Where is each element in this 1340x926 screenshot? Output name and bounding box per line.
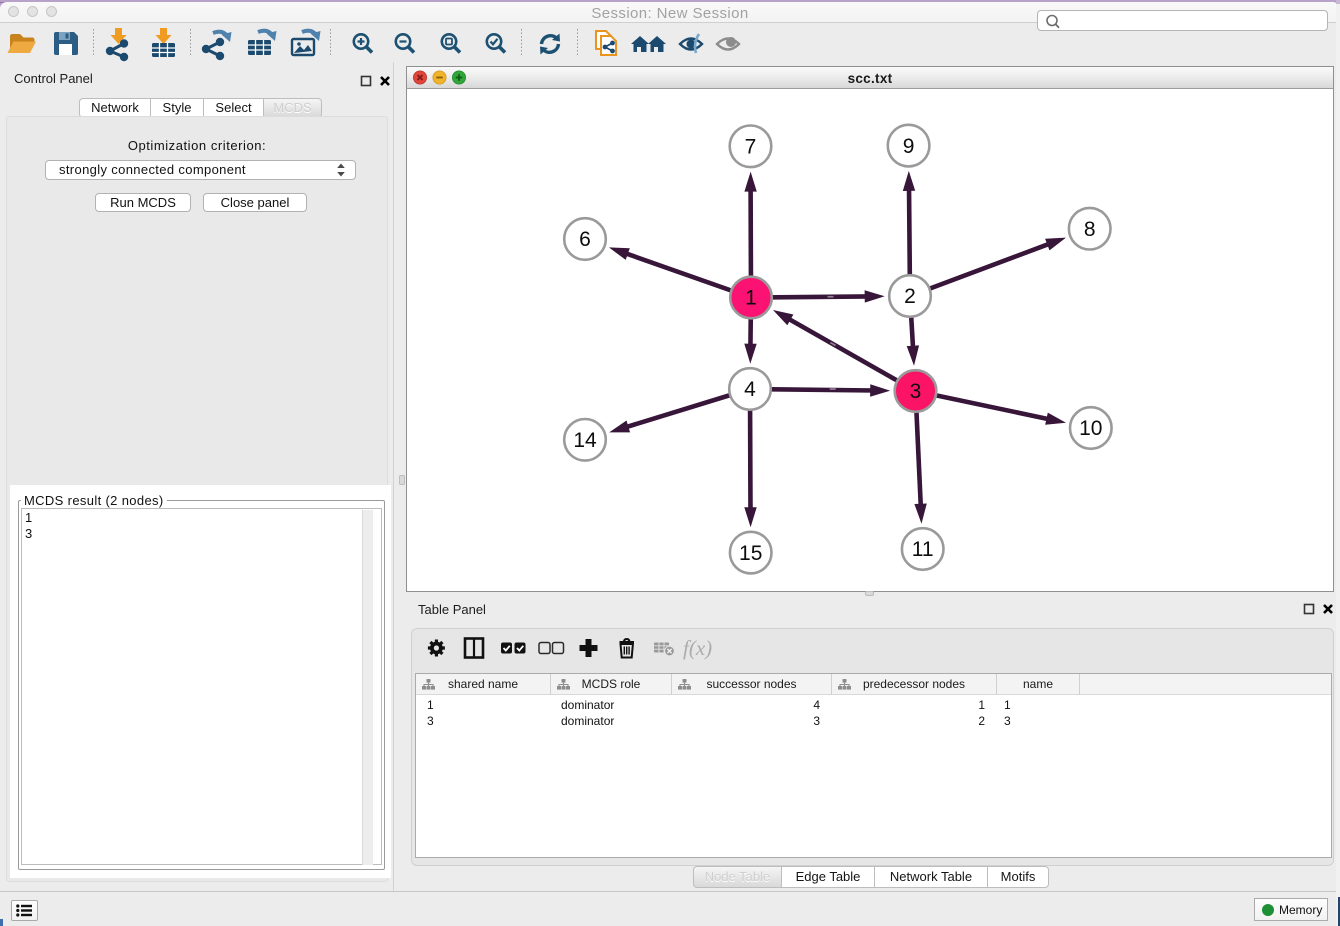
svg-text:9: 9 [903, 135, 915, 158]
svg-text:1: 1 [745, 287, 757, 310]
svg-text:4: 4 [744, 378, 756, 401]
svg-text:14: 14 [573, 429, 597, 452]
svg-text:11: 11 [912, 538, 934, 561]
svg-text:7: 7 [745, 136, 757, 159]
svg-text:15: 15 [739, 542, 762, 565]
svg-text:f(x): f(x) [683, 636, 712, 660]
svg-text:8: 8 [1084, 218, 1096, 241]
svg-text:2: 2 [904, 285, 916, 308]
svg-text:10: 10 [1079, 417, 1102, 440]
svg-text:3: 3 [910, 380, 922, 403]
svg-text:6: 6 [579, 228, 591, 251]
